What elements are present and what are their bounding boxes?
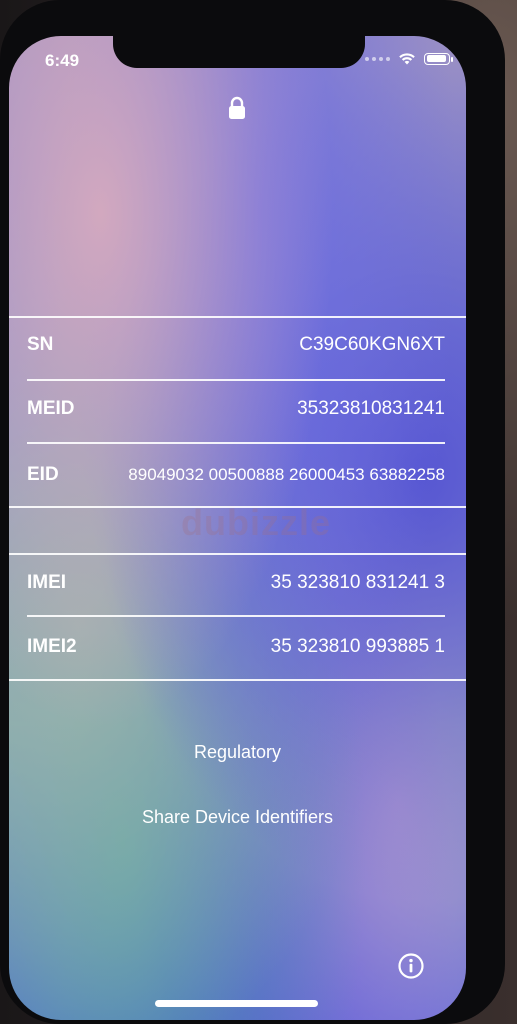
share-device-identifiers-link[interactable]: Share Device Identifiers	[9, 807, 466, 828]
eid-label: EID	[27, 464, 59, 485]
separator	[27, 615, 445, 617]
home-indicator[interactable]	[155, 1000, 318, 1007]
meid-value[interactable]: 35323810831241	[297, 398, 445, 420]
wifi-icon	[399, 53, 415, 65]
separator	[9, 553, 466, 555]
phone-frame: 6:49 SN C39C60KGN6XT MEID 35323810831241…	[0, 0, 505, 1024]
meid-row: MEID 35323810831241	[27, 398, 445, 420]
status-time: 6:49	[45, 51, 80, 70]
regulatory-link[interactable]: Regulatory	[9, 742, 466, 763]
imei2-label: IMEI2	[27, 636, 77, 657]
info-icon[interactable]	[397, 952, 425, 980]
sn-row: SN C39C60KGN6XT	[27, 334, 445, 356]
screen: 6:49 SN C39C60KGN6XT MEID 35323810831241…	[9, 36, 466, 1020]
separator	[9, 316, 466, 318]
separator	[27, 442, 445, 444]
status-icons	[365, 52, 453, 65]
notch	[113, 36, 365, 68]
imei2-value[interactable]: 35 323810 993885 1	[271, 636, 445, 658]
imei-row: IMEI 35 323810 831241 3	[27, 572, 445, 594]
battery-icon	[424, 52, 453, 65]
imei-value[interactable]: 35 323810 831241 3	[271, 572, 445, 594]
sn-label: SN	[27, 334, 54, 355]
meid-label: MEID	[27, 398, 75, 419]
separator	[27, 379, 445, 381]
imei2-row: IMEI2 35 323810 993885 1	[27, 636, 445, 658]
lock-icon	[229, 96, 245, 119]
cellular-dots-icon	[365, 56, 390, 61]
battery-level	[426, 55, 446, 62]
eid-value[interactable]: 89049032 00500888 26000453 63882258	[128, 465, 445, 485]
separator	[9, 679, 466, 681]
eid-row: EID 89049032 00500888 26000453 63882258	[27, 464, 445, 486]
sn-value[interactable]: C39C60KGN6XT	[299, 334, 445, 356]
imei-label: IMEI	[27, 572, 67, 593]
watermark: dubizzle	[181, 502, 331, 543]
